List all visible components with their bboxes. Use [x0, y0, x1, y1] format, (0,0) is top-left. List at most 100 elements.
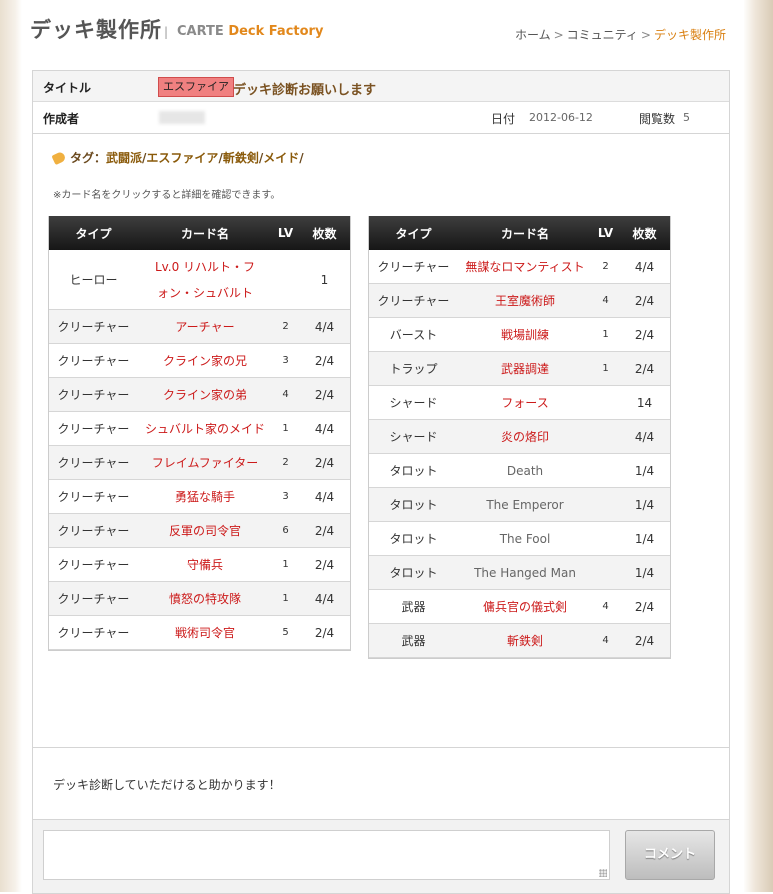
card-count-cell: 4/4: [619, 250, 670, 284]
card-name-link[interactable]: アーチャー: [138, 309, 272, 344]
card-count-cell: 2/4: [299, 547, 350, 582]
card-count-cell: 14: [619, 385, 670, 420]
card-level-cell: 5: [272, 615, 299, 650]
brand-right: Deck Factory: [228, 24, 324, 39]
card-name-link[interactable]: フレイムファイター: [138, 445, 272, 480]
card-name-link[interactable]: 守備兵: [138, 547, 272, 582]
card-level-cell: [592, 419, 619, 454]
card-name-link[interactable]: 反軍の司令官: [138, 513, 272, 548]
card-type-cell: タロット: [369, 453, 458, 488]
card-name-link[interactable]: The Emperor: [458, 487, 592, 522]
card-type-cell: クリーチャー: [49, 513, 138, 548]
card-level-cell: 1: [272, 411, 299, 446]
comment-submit-button[interactable]: コメント: [625, 830, 715, 880]
card-level-cell: 4: [592, 589, 619, 624]
card-type-cell: クリーチャー: [49, 615, 138, 650]
card-count-cell: 2/4: [619, 351, 670, 386]
date-label: 日付: [491, 112, 516, 126]
resize-grip-icon[interactable]: [599, 869, 607, 877]
meta-row: 作成者 日付 2012-06-12 閲覧数 5: [33, 102, 729, 132]
deck-table-right-wrap: タイプ カード名 LV 枚数 クリーチャー 無謀なロマンティスト 2 4/4 クリーチャ…: [368, 216, 671, 659]
deck-table-left: タイプ カード名 LV 枚数 ヒーロー Lv.0 リハルト・フォン・シュバルト 1 ク…: [49, 216, 350, 650]
card-count-cell: 2/4: [619, 589, 670, 624]
card-type-cell: シャード: [369, 419, 458, 454]
col-header-card-name: カード名: [138, 216, 272, 250]
card-name-link[interactable]: クライン家の弟: [138, 377, 272, 412]
card-name-link[interactable]: 憤怒の特攻隊: [138, 581, 272, 616]
table-row: クリーチャー 無謀なロマンティスト 2 4/4: [369, 250, 670, 284]
card-name-link[interactable]: 斬鉄剣: [458, 623, 592, 658]
breadcrumb-current[interactable]: デッキ製作所: [654, 28, 726, 42]
card-level-cell: 1: [272, 547, 299, 582]
brand-logo[interactable]: CARTE Deck Factory: [177, 24, 323, 39]
card-type-cell: トラップ: [369, 351, 458, 386]
table-row: タロット The Emperor 1/4: [369, 487, 670, 522]
card-hint-note: ※カード名をクリックすると詳細を確認できます。: [53, 190, 281, 201]
tag-link[interactable]: メイド: [263, 151, 299, 165]
card-name-link[interactable]: 戦場訓練: [458, 317, 592, 352]
card-type-cell: クリーチャー: [49, 411, 138, 446]
card-name-link[interactable]: フォース: [458, 385, 592, 420]
card-level-cell: [272, 250, 299, 310]
card-name-link[interactable]: 武器調達: [458, 351, 592, 386]
page: デッキ製作所 | CARTE Deck Factory ホーム > コミュニティ > デ…: [22, 0, 744, 894]
views-value: 5: [683, 111, 690, 124]
table-row: シャード フォース 14: [369, 385, 670, 420]
card-name-link[interactable]: クライン家の兄: [138, 343, 272, 378]
card-name-link[interactable]: Lv.0 リハルト・フォン・シュバルト: [138, 250, 272, 310]
card-type-cell: 武器: [369, 589, 458, 624]
table-row: タロット The Hanged Man 1/4: [369, 555, 670, 590]
table-row: クリーチャー クライン家の弟 4 2/4: [49, 377, 350, 412]
author-name-redacted: [159, 111, 205, 124]
table-row: クリーチャー 勇猛な騎手 3 4/4: [49, 479, 350, 514]
deck-table-left-wrap: タイプ カード名 LV 枚数 ヒーロー Lv.0 リハルト・フォン・シュバルト 1 ク…: [48, 216, 351, 651]
card-count-cell: 2/4: [299, 343, 350, 378]
card-level-cell: [592, 453, 619, 488]
col-header-type: タイプ: [49, 216, 138, 250]
card-count-cell: 2/4: [619, 623, 670, 658]
comment-form: コメント: [32, 819, 730, 894]
background-right: [743, 0, 773, 892]
card-type-cell: クリーチャー: [49, 479, 138, 514]
card-name-link[interactable]: 傭兵官の儀式剣: [458, 589, 592, 624]
card-type-cell: タロット: [369, 487, 458, 522]
author-label: 作成者: [43, 112, 80, 126]
card-type-cell: シャード: [369, 385, 458, 420]
breadcrumb-community[interactable]: コミュニティ: [567, 28, 638, 42]
col-header-count: 枚数: [619, 216, 670, 250]
card-name-link[interactable]: The Fool: [458, 521, 592, 556]
tag-prefix: タグ：: [70, 151, 107, 165]
card-type-cell: クリーチャー: [49, 309, 138, 344]
col-header-lv: LV: [592, 216, 619, 250]
tag-link[interactable]: 斬鉄剣: [223, 151, 259, 165]
table-header-row: タイプ カード名 LV 枚数: [49, 216, 350, 250]
breadcrumb: ホーム > コミュニティ > デッキ製作所: [515, 26, 726, 43]
comment-input[interactable]: [43, 830, 610, 880]
card-count-cell: 2/4: [299, 513, 350, 548]
card-name-link[interactable]: シュバルト家のメイド: [138, 411, 272, 446]
tag-link[interactable]: 武闘派: [106, 151, 142, 165]
card-type-cell: 武器: [369, 623, 458, 658]
card-level-cell: 2: [272, 445, 299, 480]
card-name-link[interactable]: 勇猛な騎手: [138, 479, 272, 514]
chevron-right-icon: >: [640, 28, 651, 42]
card-name-link[interactable]: 無謀なロマンティスト: [458, 250, 592, 284]
table-row: トラップ 武器調達 1 2/4: [369, 351, 670, 386]
card-name-link[interactable]: 王室魔術師: [458, 283, 592, 318]
card-name-link[interactable]: 炎の烙印: [458, 419, 592, 454]
site-title[interactable]: デッキ製作所: [30, 14, 162, 44]
category-badge: エスファイア: [158, 77, 234, 97]
card-name-link[interactable]: 戦術司令官: [138, 615, 272, 650]
tag-link[interactable]: エスファイア: [146, 151, 218, 165]
breadcrumb-home[interactable]: ホーム: [515, 28, 551, 42]
card-count-cell: 2/4: [619, 283, 670, 318]
card-name-link[interactable]: The Hanged Man: [458, 555, 592, 590]
card-count-cell: 2/4: [299, 615, 350, 650]
card-name-link[interactable]: Death: [458, 453, 592, 488]
card-type-cell: バースト: [369, 317, 458, 352]
card-count-cell: 4/4: [619, 419, 670, 454]
post-message-area: デッキ診断していただけると助かります！: [32, 747, 730, 820]
post-message: デッキ診断していただけると助かります！: [53, 778, 281, 792]
tag-icon: [51, 150, 67, 166]
table-header-row: タイプ カード名 LV 枚数: [369, 216, 670, 250]
